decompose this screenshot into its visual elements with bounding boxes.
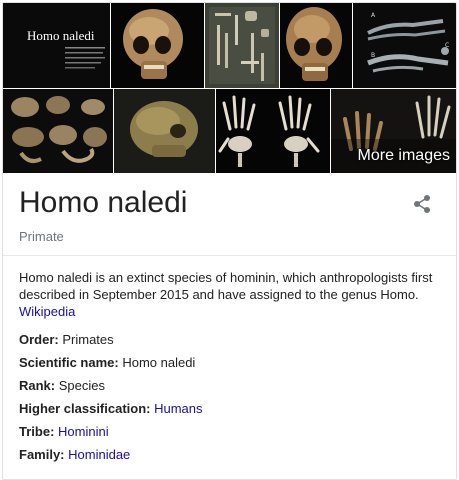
title-card-heading: Homo naledi [27, 28, 95, 43]
fact-value-link[interactable]: Hominidae [68, 447, 130, 462]
skull-fragments-image [3, 89, 113, 173]
fact-label: Rank: [19, 378, 56, 393]
entity-title: Homo naledi [19, 186, 188, 219]
share-icon [414, 195, 430, 213]
fact-label: Order: [19, 332, 59, 347]
fact-label: Higher classification: [19, 401, 151, 416]
skull-side-image [114, 89, 215, 173]
fact-value: Species [58, 378, 105, 393]
fact-label: Family: [19, 447, 65, 462]
share-button[interactable] [407, 189, 437, 219]
fact-family: Family: Hominidae [19, 446, 444, 469]
bones-layout-image [205, 3, 279, 88]
facts-list: Order: Primates Scientific name: Homo na… [19, 331, 444, 469]
entity-subtitle: Primate [19, 229, 64, 244]
svg-text:C: C [445, 42, 449, 49]
fact-label: Tribe: [19, 424, 55, 439]
fact-higher-classification: Higher classification: Humans [19, 400, 444, 423]
gallery-image-bones-layout[interactable] [205, 3, 279, 88]
gallery-image-hand-bones[interactable] [216, 89, 330, 173]
gallery-image-title-card[interactable]: Homo naledi [3, 3, 110, 88]
foot-bones-image: A C B [353, 3, 456, 88]
fact-value: Primates [62, 332, 114, 347]
fact-tribe: Tribe: Hominini [19, 423, 444, 446]
section-divider [3, 255, 456, 256]
svg-text:B: B [371, 52, 375, 59]
hand-bones-image [216, 89, 330, 173]
fact-label: Scientific name: [19, 355, 119, 370]
gallery-image-skull-side[interactable] [114, 89, 215, 173]
image-gallery: Homo naledi A C B More images [3, 3, 456, 173]
skull-close-image [280, 3, 352, 88]
wikipedia-link[interactable]: Wikipedia [19, 304, 75, 319]
knowledge-panel: Homo naledi A C B More images Homo naled… [2, 2, 457, 480]
gallery-image-skull-close[interactable] [280, 3, 352, 88]
fact-order: Order: Primates [19, 331, 444, 354]
gallery-image-skull-fragments[interactable] [3, 89, 113, 173]
title-card-image: Homo naledi [3, 3, 110, 88]
entity-description: Homo naledi is an extinct species of hom… [19, 269, 444, 320]
more-images-label[interactable]: More images [358, 147, 450, 165]
skull-front-image [111, 3, 204, 88]
gallery-image-foot-bones[interactable]: A C B [353, 3, 456, 88]
fact-scientific-name: Scientific name: Homo naledi [19, 354, 444, 377]
description-text: Homo naledi is an extinct species of hom… [19, 270, 433, 302]
fact-value-link[interactable]: Humans [154, 401, 202, 416]
fact-rank: Rank: Species [19, 377, 444, 400]
gallery-image-skull-front[interactable] [111, 3, 204, 88]
fact-value-link[interactable]: Hominini [58, 424, 109, 439]
fact-value: Homo naledi [122, 355, 196, 370]
gallery-image-more-images[interactable]: More images [331, 89, 456, 173]
entity-header: Homo naledi Primate [19, 185, 439, 244]
